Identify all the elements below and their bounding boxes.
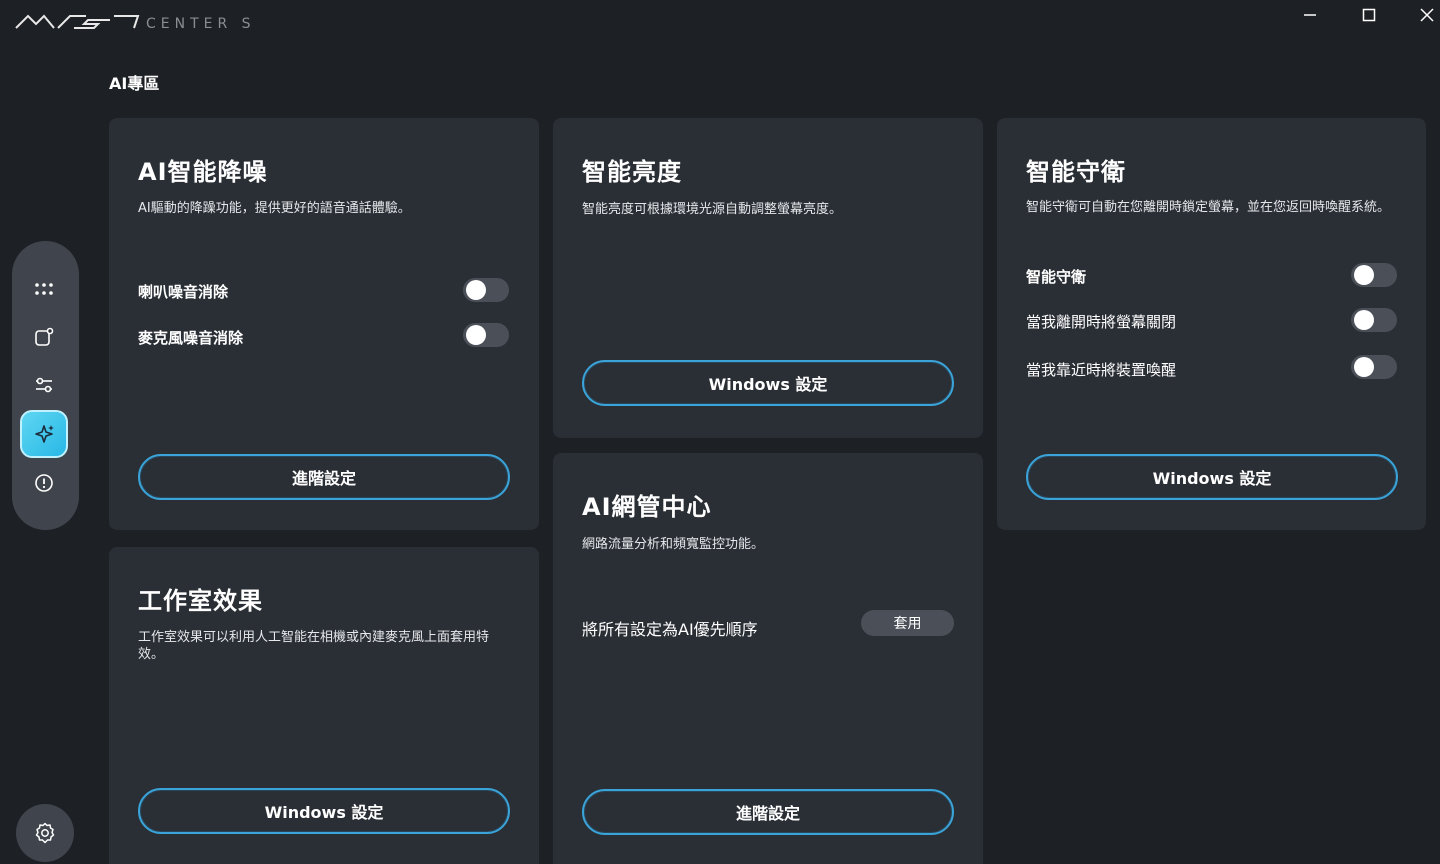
nav-item-ai-zone[interactable] [20,410,68,458]
mic-noise-label: 麥克風噪音消除 [138,329,244,347]
grid-dots-icon [35,283,53,295]
nav-item-features[interactable] [20,313,68,361]
windows-settings-button[interactable]: Windows 設定 [138,788,510,834]
card-description: 網路流量分析和頻寬監控功能。 [582,537,765,552]
card-smart-guard: 智能守衛 智能守衛可自動在您離開時鎖定螢幕，並在您返回時喚醒系統。 智能守衛 當… [997,118,1426,530]
gear-icon [35,822,55,844]
wake-device-toggle[interactable] [1351,355,1397,379]
smart-guard-toggle[interactable] [1351,263,1397,287]
card-title: 智能守衛 [1026,158,1126,186]
apply-button[interactable]: 套用 [861,610,954,636]
sliders-icon [36,377,52,393]
card-ai-noise-cancellation: AI智能降噪 AI驅動的降躁功能，提供更好的語音通話體驗。 喇叭噪音消除 麥克風… [109,118,539,530]
wake-device-label: 當我靠近時將裝置喚醒 [1026,361,1177,379]
card-description: AI驅動的降躁功能，提供更好的語音通話體驗。 [138,201,411,216]
card-studio-effects: 工作室效果 工作室效果可以利用人工智能在相機或內建麥克風上面套用特效。 Wind… [109,547,539,864]
windows-settings-button[interactable]: Windows 設定 [1026,454,1398,500]
screen-off-label: 當我離開時將螢幕關閉 [1026,313,1177,331]
advanced-settings-button[interactable]: 進階設定 [582,789,954,835]
nav-item-tuning[interactable] [20,361,68,409]
card-description: 智能亮度可根據環境光源自動調整螢幕亮度。 [582,202,843,217]
alert-circle-icon [35,474,53,492]
card-title: 智能亮度 [582,158,682,186]
card-title: AI網管中心 [582,493,712,521]
card-description: 智能守衛可自動在您離開時鎖定螢幕，並在您返回時喚醒系統。 [1026,200,1391,215]
advanced-settings-button[interactable]: 進階設定 [138,454,510,500]
svg-text:CENTER S: CENTER S [146,16,256,32]
page-title: AI專區 [109,74,160,93]
maximize-icon [1362,8,1376,22]
close-button[interactable] [1405,0,1440,30]
ai-sparkle-icon [35,425,54,443]
settings-button[interactable] [16,804,74,862]
screen-off-toggle[interactable] [1351,308,1397,332]
speaker-noise-toggle[interactable] [463,278,509,302]
mic-noise-toggle[interactable] [463,323,509,347]
speaker-noise-label: 喇叭噪音消除 [138,283,229,301]
notification-app-icon [35,327,54,346]
maximize-button[interactable] [1347,0,1391,30]
msi-center-logo: CENTER S [15,14,256,32]
nav-item-support[interactable] [20,459,68,507]
nav-item-dashboard[interactable] [20,265,68,313]
windows-settings-button[interactable]: Windows 設定 [582,360,954,406]
card-ai-network-center: AI網管中心 網路流量分析和頻寬監控功能。 將所有設定為AI優先順序 套用 進階… [553,453,983,864]
card-title: 工作室效果 [138,587,263,615]
minimize-icon [1304,14,1316,16]
smart-guard-label: 智能守衛 [1026,268,1087,286]
ai-priority-label: 將所有設定為AI優先順序 [582,620,758,639]
sidebar-nav [12,241,79,530]
close-icon [1420,8,1434,22]
minimize-button[interactable] [1288,0,1332,30]
card-title: AI智能降噪 [138,158,268,186]
card-smart-brightness: 智能亮度 智能亮度可根據環境光源自動調整螢幕亮度。 Windows 設定 [553,118,983,438]
card-description: 工作室效果可以利用人工智能在相機或內建麥克風上面套用特效。 [138,630,490,662]
